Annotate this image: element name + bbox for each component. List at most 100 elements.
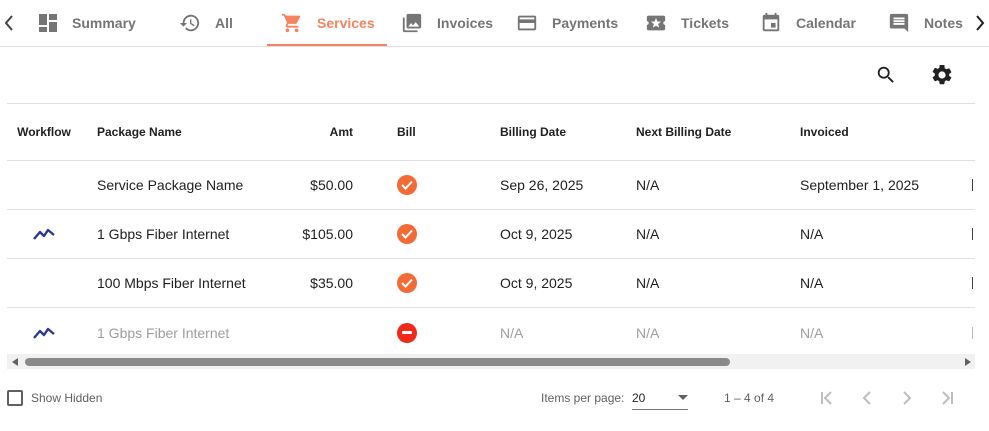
col-header-workflow[interactable]: Workflow (7, 104, 81, 160)
last-page-button[interactable] (935, 386, 959, 410)
tab-summary-label: Summary (72, 15, 136, 31)
bill-checked-icon[interactable] (397, 273, 417, 293)
check-icon (401, 278, 413, 288)
horizontal-scrollbar[interactable] (7, 354, 975, 369)
package-name-cell: 100 Mbps Fiber Internet (97, 275, 246, 291)
history-icon (179, 14, 200, 32)
tab-invoices-label: Invoices (437, 15, 494, 31)
show-hidden-toggle[interactable]: Show Hidden (7, 390, 102, 406)
invoiced-cell: N/A (800, 226, 824, 242)
scrollbar-thumb[interactable] (25, 358, 730, 366)
chevron-right-icon (976, 15, 985, 31)
invoiced-cell: N/A (800, 324, 824, 341)
workflow-cell (7, 308, 81, 354)
tab-invoices[interactable]: Invoices (387, 0, 507, 46)
amt-cell: $105.00 (302, 226, 353, 242)
workflow-trend-icon[interactable] (32, 226, 56, 242)
overflow-cell (972, 161, 975, 209)
dashboard-icon (39, 14, 57, 32)
col-header-invoiced[interactable]: Invoiced (800, 104, 960, 160)
workflow-cell (7, 259, 81, 307)
amt-cell (267, 308, 353, 354)
dropdown-arrow-icon (678, 394, 688, 400)
last-page-icon (942, 391, 953, 405)
overflow-cell (972, 210, 975, 258)
col-header-package-name[interactable]: Package Name (97, 104, 287, 160)
show-hidden-label: Show Hidden (31, 391, 103, 405)
chevron-right-icon (903, 391, 912, 405)
billing-date-cell: Oct 9, 2025 (500, 275, 573, 291)
workflow-cell (7, 161, 81, 209)
bill-checked-icon[interactable] (397, 224, 417, 244)
workflow-trend-icon[interactable] (32, 325, 56, 341)
col-header-amt[interactable]: Amt (267, 104, 353, 160)
col-header-next-billing-date[interactable]: Next Billing Date (636, 104, 786, 160)
tab-all[interactable]: All (165, 0, 247, 46)
tab-notes[interactable]: Notes (874, 0, 977, 46)
bill-checked-icon[interactable] (397, 175, 417, 195)
table-row[interactable]: Service Package Name $50.00 Sep 26, 2025… (7, 161, 975, 210)
credit-card-icon (517, 15, 537, 31)
table-row[interactable]: 1 Gbps Fiber Internet $105.00 Oct 9, 202… (7, 210, 975, 259)
show-hidden-checkbox[interactable] (7, 390, 23, 406)
package-name-cell: 1 Gbps Fiber Internet (97, 324, 230, 341)
invoiced-cell: September 1, 2025 (800, 177, 920, 193)
calendar-icon (762, 12, 780, 32)
search-icon (877, 66, 894, 83)
bill-cell (397, 259, 437, 307)
bill-cell (397, 161, 437, 209)
check-icon (401, 180, 413, 190)
table-footer: Show Hidden Items per page: 20 1 – 4 of … (0, 376, 989, 420)
services-table: Workflow Package Name Amt Bill Billing D… (7, 103, 975, 354)
previous-page-button[interactable] (855, 386, 879, 410)
next-billing-date-cell: N/A (636, 324, 660, 341)
next-page-button[interactable] (895, 386, 919, 410)
amt-cell: $50.00 (310, 177, 353, 193)
scroll-left-button[interactable] (7, 354, 22, 369)
tab-notes-label: Notes (924, 15, 963, 31)
items-per-page-label: Items per page: (541, 391, 625, 405)
billing-date-cell: N/A (500, 324, 524, 341)
billing-date-cell: Oct 9, 2025 (500, 226, 573, 242)
col-header-billing-date[interactable]: Billing Date (500, 104, 630, 160)
settings-button[interactable] (928, 61, 956, 89)
next-billing-date-cell: N/A (636, 226, 660, 242)
col-header-bill[interactable]: Bill (397, 104, 437, 160)
bill-blocked-icon[interactable] (397, 322, 417, 343)
tab-calendar[interactable]: Calendar (746, 0, 870, 46)
table-header-row: Workflow Package Name Amt Bill Billing D… (7, 104, 975, 161)
cart-icon (281, 13, 301, 33)
next-billing-date-cell: N/A (636, 275, 660, 291)
first-page-icon (821, 391, 832, 405)
first-page-button[interactable] (815, 386, 839, 410)
scroll-right-button[interactable] (960, 354, 975, 369)
tab-bar: Summary All Services Invoices Payments T… (0, 0, 989, 47)
table-row[interactable]: 100 Mbps Fiber Internet $35.00 Oct 9, 20… (7, 259, 975, 308)
package-name-cell: 1 Gbps Fiber Internet (97, 226, 230, 242)
tab-all-label: All (215, 15, 233, 31)
tab-payments[interactable]: Payments (502, 0, 632, 46)
invoiced-cell: N/A (800, 275, 824, 291)
table-toolbar (0, 47, 989, 103)
page-range-label: 1 – 4 of 4 (724, 391, 775, 405)
chevron-left-icon (862, 391, 871, 405)
tab-calendar-label: Calendar (796, 15, 856, 31)
tab-services[interactable]: Services (267, 0, 387, 46)
tab-scroll-left-button[interactable] (0, 0, 18, 46)
tab-services-label: Services (317, 15, 375, 31)
search-button[interactable] (872, 61, 900, 89)
items-per-page-select[interactable]: 20 (632, 386, 688, 410)
tab-summary[interactable]: Summary (24, 0, 150, 46)
comment-icon (889, 13, 909, 33)
triangle-right-icon (964, 357, 971, 366)
check-icon (401, 229, 413, 239)
overflow-cell (972, 259, 975, 307)
tab-tickets[interactable]: Tickets (631, 0, 743, 46)
amt-cell: $35.00 (310, 275, 353, 291)
billing-date-cell: Sep 26, 2025 (500, 177, 584, 193)
tab-scroll-right-button[interactable] (971, 0, 989, 46)
bill-cell (397, 210, 437, 258)
package-name-cell: Service Package Name (97, 177, 244, 193)
table-row[interactable]: 1 Gbps Fiber Internet N/A N/A N/A (7, 308, 975, 354)
triangle-left-icon (11, 357, 18, 366)
